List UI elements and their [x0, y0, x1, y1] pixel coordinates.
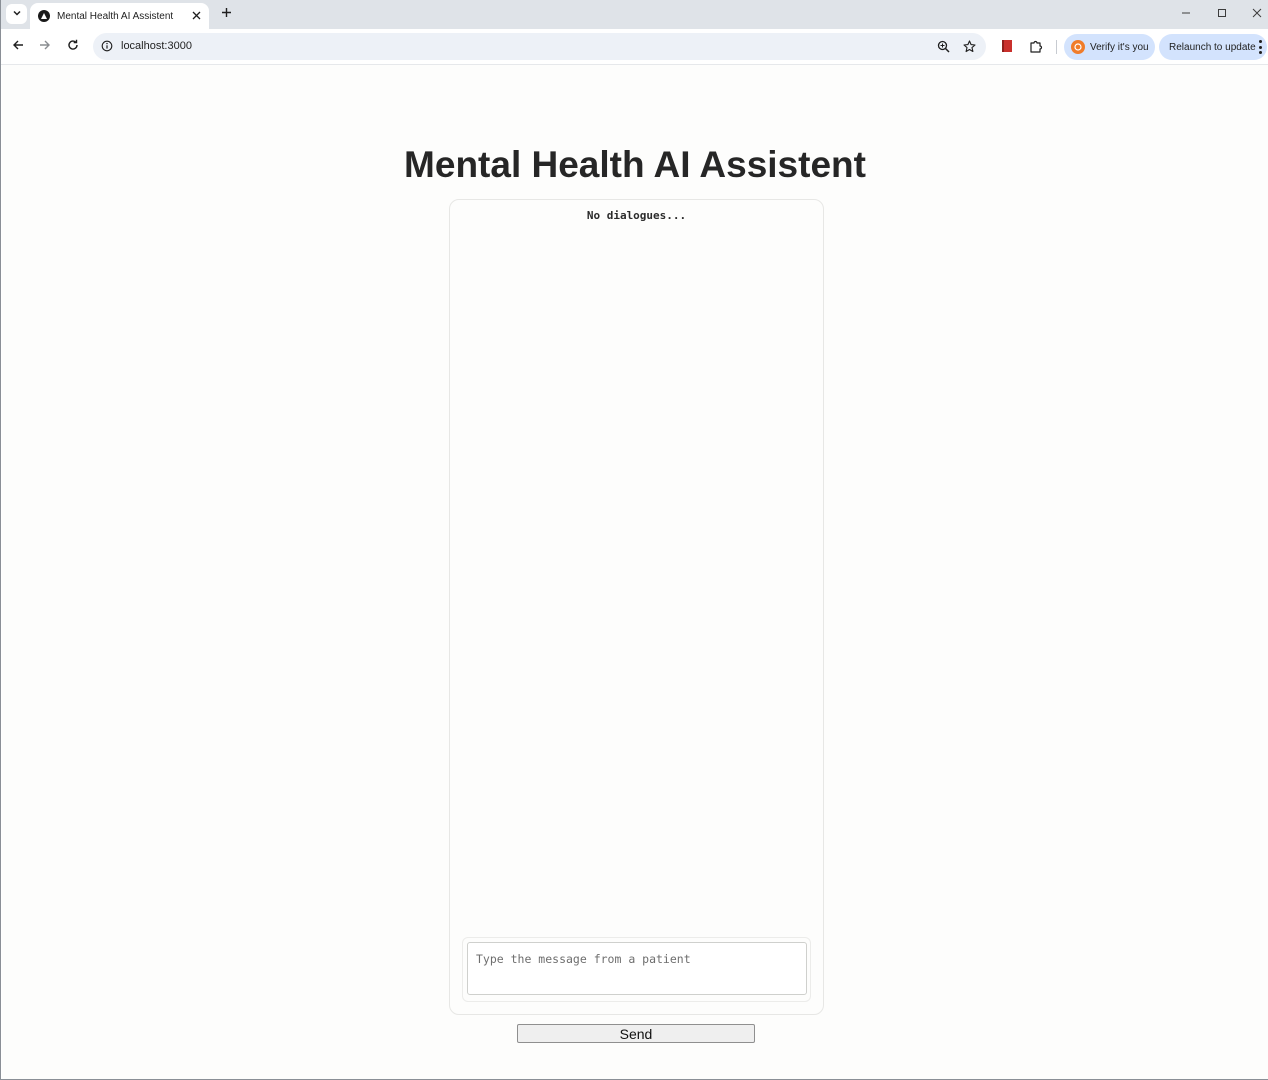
- tab-search-button[interactable]: [6, 4, 27, 24]
- browser-toolbar: localhost:3000 Verify it's you Relaunch …: [1, 29, 1268, 65]
- triangle-logo-icon: [38, 10, 50, 22]
- forward-button[interactable]: [35, 37, 55, 57]
- patient-message-input[interactable]: [467, 942, 807, 995]
- more-vert-icon[interactable]: [1258, 40, 1262, 54]
- new-tab-button[interactable]: [217, 5, 235, 23]
- address-bar[interactable]: localhost:3000: [93, 33, 986, 60]
- zoom-icon[interactable]: [936, 39, 950, 53]
- maximize-button[interactable]: [1213, 5, 1231, 23]
- minimize-button[interactable]: [1177, 5, 1195, 23]
- page-title: Mental Health AI Assistent: [404, 144, 866, 185]
- puzzle-icon[interactable]: [1028, 38, 1044, 54]
- send-button[interactable]: Send: [517, 1024, 755, 1043]
- tab-strip: Mental Health AI Assistent: [1, 0, 1268, 29]
- chevron-down-icon: [12, 5, 22, 23]
- close-window-icon: [1252, 5, 1262, 23]
- book-extension-icon[interactable]: [999, 38, 1015, 54]
- browser-window: Mental Health AI Assistent localhost:300…: [0, 0, 1268, 1080]
- chat-panel: No dialogues...: [449, 199, 824, 1015]
- relaunch-update-chip[interactable]: Relaunch to update: [1159, 34, 1267, 60]
- plus-icon: [221, 5, 232, 23]
- reload-button[interactable]: [63, 37, 83, 57]
- arrow-right-icon: [39, 38, 51, 56]
- minimize-icon: [1181, 5, 1191, 23]
- message-input-wrapper: [462, 937, 811, 1002]
- back-button[interactable]: [8, 37, 28, 57]
- close-window-button[interactable]: [1248, 5, 1266, 23]
- arrow-left-icon: [12, 38, 24, 56]
- url-text: localhost:3000: [121, 40, 192, 52]
- verify-chip-label: Verify it's you: [1090, 41, 1149, 53]
- star-icon[interactable]: [962, 39, 976, 53]
- close-icon[interactable]: [189, 8, 203, 22]
- maximize-icon: [1217, 5, 1227, 23]
- info-icon[interactable]: [100, 39, 114, 53]
- active-tab[interactable]: Mental Health AI Assistent: [30, 3, 209, 29]
- empty-dialogues-message: No dialogues...: [586, 209, 687, 222]
- relaunch-label: Relaunch to update: [1169, 41, 1256, 53]
- profile-avatar-icon: [1071, 40, 1085, 54]
- reload-icon: [67, 38, 79, 56]
- toolbar-separator: [1056, 40, 1057, 54]
- verify-profile-chip[interactable]: Verify it's you: [1064, 34, 1155, 60]
- page-content: Mental Health AI Assistent No dialogues.…: [2, 65, 1268, 1079]
- tab-title: Mental Health AI Assistent: [57, 10, 174, 22]
